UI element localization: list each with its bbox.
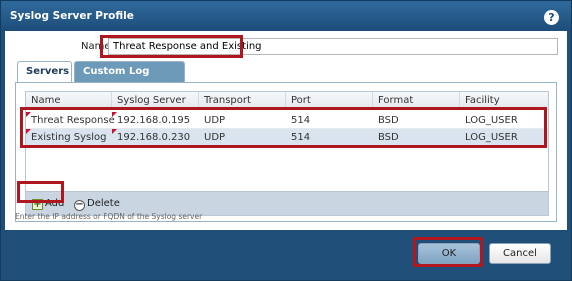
tab-custom-log-format[interactable]: Custom Log Format xyxy=(74,61,185,97)
ok-button[interactable]: OK xyxy=(418,243,480,264)
name-label: Name xyxy=(81,41,111,52)
column-header-name[interactable]: Name xyxy=(26,92,112,110)
column-header-facility[interactable]: Facility xyxy=(460,92,548,110)
modified-marker xyxy=(26,129,31,134)
help-icon[interactable]: ? xyxy=(544,10,559,25)
table-row[interactable]: Threat Response 192.168.0.195 UDP 514 BS… xyxy=(26,112,548,129)
modified-marker xyxy=(112,129,117,134)
title-bar: Syslog Server Profile ? xyxy=(1,1,571,31)
format-cell: BSD xyxy=(378,132,399,143)
hint-text: Enter the IP address or FQDN of the Sysl… xyxy=(15,212,203,221)
delete-label: Delete xyxy=(87,198,120,209)
table-row[interactable]: Existing Syslog 192.168.0.230 UDP 514 BS… xyxy=(26,129,548,146)
servers-panel: Name Syslog Server Transport Port Format… xyxy=(15,82,557,222)
port-cell: 514 xyxy=(291,132,311,143)
transport-cell: UDP xyxy=(204,115,226,126)
column-header-syslog-server[interactable]: Syslog Server xyxy=(112,92,199,110)
syslog-server-cell[interactable]: 192.168.0.230 xyxy=(112,129,190,146)
table-header: Name Syslog Server Transport Port Format… xyxy=(26,92,548,110)
minus-icon: − xyxy=(74,199,85,211)
format-cell: BSD xyxy=(378,115,399,126)
column-header-transport[interactable]: Transport xyxy=(199,92,286,110)
name-field[interactable] xyxy=(108,38,558,55)
column-header-format[interactable]: Format xyxy=(373,92,460,110)
server-name-cell[interactable]: Threat Response xyxy=(26,112,115,129)
facility-cell: LOG_USER xyxy=(465,115,518,126)
syslog-server-profile-dialog: Syslog Server Profile ? Name Servers Cus… xyxy=(0,0,572,281)
syslog-server-cell[interactable]: 192.168.0.195 xyxy=(112,112,190,129)
dialog-title: Syslog Server Profile xyxy=(10,10,134,22)
transport-cell: UDP xyxy=(204,132,226,143)
plus-icon: + xyxy=(32,199,43,210)
column-header-port[interactable]: Port xyxy=(286,92,373,110)
add-button[interactable]: + Add xyxy=(32,196,64,212)
modified-marker xyxy=(112,112,117,117)
add-label: Add xyxy=(45,198,65,209)
tab-servers[interactable]: Servers xyxy=(17,61,72,82)
dialog-body: Name Servers Custom Log Format Name Sysl… xyxy=(5,31,567,230)
port-cell: 514 xyxy=(291,115,311,126)
delete-button[interactable]: − Delete xyxy=(74,196,120,212)
cancel-button[interactable]: Cancel xyxy=(489,243,551,264)
dialog-footer: OK Cancel xyxy=(1,231,571,280)
facility-cell: LOG_USER xyxy=(465,132,518,143)
servers-table: Name Syslog Server Transport Port Format… xyxy=(25,91,549,216)
server-name-cell[interactable]: Existing Syslog xyxy=(26,129,107,146)
modified-marker xyxy=(26,112,31,117)
